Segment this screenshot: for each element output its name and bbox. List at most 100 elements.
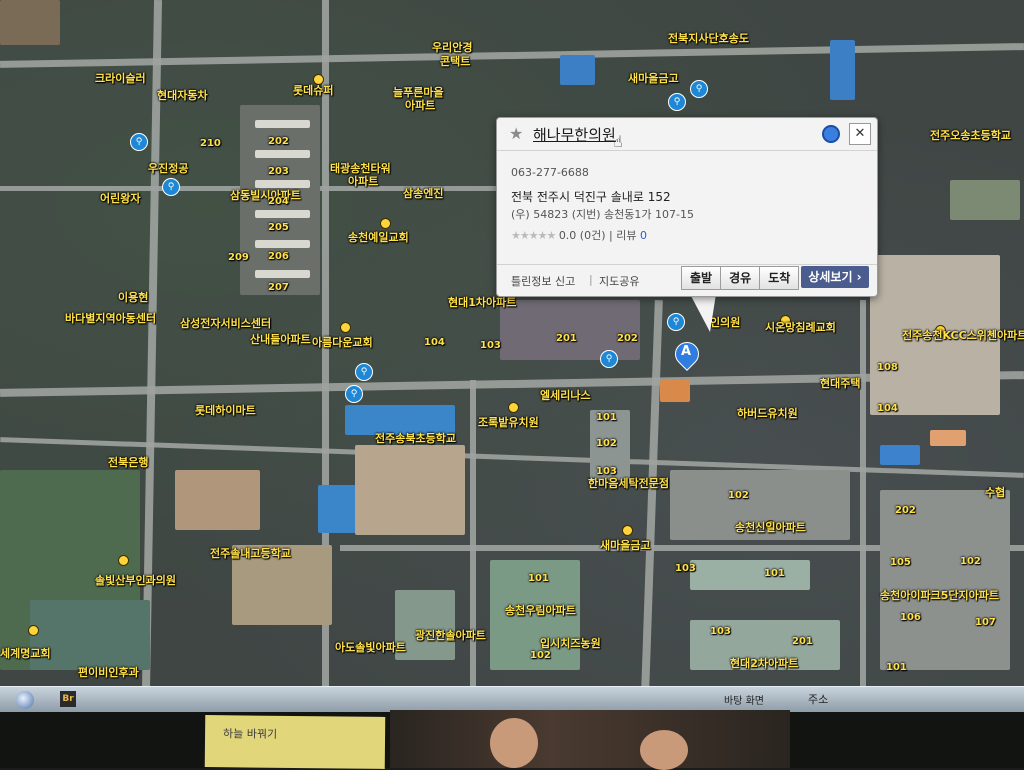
map-label[interactable]: 송천신일아파트 xyxy=(735,522,806,534)
map-label[interactable]: 현대주택 xyxy=(820,378,860,390)
building-number: 104 xyxy=(877,403,898,414)
map-label[interactable]: 늘푸른마을 xyxy=(393,87,444,99)
map-label[interactable]: 삼송엔진 xyxy=(403,188,443,200)
map-label[interactable]: 송천예일교회 xyxy=(348,232,409,244)
taskbar: Br 바탕 화면 주소 xyxy=(0,686,1024,713)
building-number: 101 xyxy=(528,573,549,584)
building-number: 103 xyxy=(675,563,696,574)
location-marker-icon[interactable]: A xyxy=(670,337,704,372)
map-label[interactable]: 롯데슈퍼 xyxy=(293,85,333,97)
poi-icon[interactable] xyxy=(508,402,519,413)
report-error-link[interactable]: 틀린정보 신고 xyxy=(511,273,575,289)
map-label[interactable]: 태광송천타워 xyxy=(330,163,391,175)
start-orb-icon[interactable] xyxy=(16,691,34,709)
poi-icon[interactable] xyxy=(28,625,39,636)
map-label[interactable]: 전주솔내고등학교 xyxy=(210,548,291,560)
desktop-toolbar-label[interactable]: 바탕 화면 xyxy=(724,692,764,707)
map-label[interactable]: 하버드유치원 xyxy=(737,408,798,420)
review-label[interactable]: 리뷰 xyxy=(616,229,636,242)
bus-stop-icon[interactable]: ⚲ xyxy=(162,178,180,196)
map-label[interactable]: 세계명교회 xyxy=(0,648,51,660)
map-label[interactable]: 수협 xyxy=(985,487,1005,499)
map-label[interactable]: 입시치즈농원 xyxy=(540,638,601,650)
map-label[interactable]: 조록밭유치원 xyxy=(478,417,539,429)
map-label[interactable]: 전북지사단호송도 xyxy=(668,33,749,45)
map-label[interactable]: 전주송천KCC스위첸아파트 xyxy=(902,330,1024,342)
building-number: 105 xyxy=(890,557,911,568)
map-label[interactable]: 어린왕자 xyxy=(100,193,140,205)
bridge-app-icon[interactable]: Br xyxy=(60,691,76,707)
depart-button[interactable]: 출발 xyxy=(681,266,722,290)
map-label[interactable]: 송천아이파크5단지아파트 xyxy=(880,590,999,602)
map-label[interactable]: 송천우림아파트 xyxy=(505,605,576,617)
address-toolbar-label[interactable]: 주소 xyxy=(808,691,828,707)
map-label[interactable]: 삼동빌시아파트 xyxy=(230,190,301,202)
building-number: 204 xyxy=(268,196,289,207)
close-button[interactable]: ✕ xyxy=(849,123,871,145)
favorite-star-icon[interactable]: ★ xyxy=(509,124,523,143)
location-pin-icon[interactable] xyxy=(822,125,840,143)
map-label[interactable]: 아름다운교회 xyxy=(312,337,373,349)
bus-stop-icon[interactable]: ⚲ xyxy=(600,350,618,368)
review-count-link[interactable]: 0 xyxy=(640,229,647,242)
poi-icon[interactable] xyxy=(380,218,391,229)
bus-stop-icon[interactable]: ⚲ xyxy=(130,133,148,151)
poi-icon[interactable] xyxy=(622,525,633,536)
map-label[interactable]: 시온망침례교회 xyxy=(765,322,836,334)
map-label[interactable]: 바다별지역아동센터 xyxy=(65,313,156,325)
map-label[interactable]: 삼성전자서비스센터 xyxy=(180,318,271,330)
bus-stop-icon[interactable]: ⚲ xyxy=(667,313,685,331)
map-label[interactable]: 전주오송초등학교 xyxy=(930,130,1011,142)
popup-header: ★ 해나무한의원 ☝ ✕ xyxy=(497,118,877,151)
building-number: 102 xyxy=(960,556,981,567)
poi-icon[interactable] xyxy=(340,322,351,333)
share-map-link[interactable]: 지도공유 xyxy=(599,273,639,289)
child-face-image xyxy=(640,730,688,770)
map-label[interactable]: 새마을금고 xyxy=(628,73,679,85)
map-label[interactable]: 솔빛산부인과의원 xyxy=(95,575,176,587)
bus-stop-icon[interactable]: ⚲ xyxy=(355,363,373,381)
map-label[interactable]: 아파트 xyxy=(348,176,378,188)
map-label[interactable]: 롯데하이마트 xyxy=(195,405,256,417)
building-number: 108 xyxy=(877,362,898,373)
building-number: 209 xyxy=(228,252,249,263)
via-button[interactable]: 경유 xyxy=(721,266,761,290)
place-title-link[interactable]: 해나무한의원 xyxy=(533,124,616,145)
satellite-map[interactable]: ⚲ ⚲ ⚲ ⚲ ⚲ ⚲ ⚲ ⚲ 크라이슬러 현대자동차 우리안경 콘택트 롯데슈… xyxy=(0,0,1024,690)
map-label[interactable]: 현대1차아파트 xyxy=(448,297,516,309)
building-number: 201 xyxy=(556,333,577,344)
map-label[interactable]: 광진한솔아파트 xyxy=(415,630,486,642)
map-label[interactable]: 크라이슬러 xyxy=(95,73,146,85)
map-label[interactable]: 현대2차아파트 xyxy=(730,658,798,670)
map-label[interactable]: 우리안경 xyxy=(432,42,472,54)
map-label[interactable]: 한마음세탁전문점 xyxy=(588,478,669,490)
map-label[interactable]: 전북은행 xyxy=(108,457,148,469)
map-label[interactable]: 아파트 xyxy=(405,100,435,112)
building-number: 107 xyxy=(975,617,996,628)
rating-stars-icon: ★★★★★ xyxy=(511,229,556,242)
bus-stop-icon[interactable]: ⚲ xyxy=(668,93,686,111)
bus-stop-icon[interactable]: ⚲ xyxy=(345,385,363,403)
map-label[interactable]: 이용현 xyxy=(118,292,148,304)
map-label[interactable]: 산내들아파트 xyxy=(250,334,311,346)
building-number: 106 xyxy=(900,612,921,623)
map-label[interactable]: 우진정공 xyxy=(148,163,188,175)
desk-photo xyxy=(390,710,790,770)
footer-divider: | xyxy=(589,273,593,286)
map-label[interactable]: 편이비인후과 xyxy=(78,667,139,679)
building-number: 102 xyxy=(596,438,617,449)
poi-icon[interactable] xyxy=(118,555,129,566)
map-label[interactable]: 아도솔빛아파트 xyxy=(335,642,406,654)
details-button[interactable]: 상세보기 › xyxy=(801,266,869,288)
map-label[interactable]: 엘세리나스 xyxy=(540,390,591,402)
map-label[interactable]: 현대자동차 xyxy=(157,90,208,102)
building-number: 102 xyxy=(728,490,749,501)
map-label[interactable]: 전주송북초등학교 xyxy=(375,433,456,445)
map-label[interactable]: 새마을금고 xyxy=(600,540,651,552)
map-label[interactable]: 콘택트 xyxy=(440,56,470,68)
building-number: 205 xyxy=(268,222,289,233)
child-face-image xyxy=(490,718,538,768)
arrive-button[interactable]: 도착 xyxy=(760,266,800,290)
building-number: 203 xyxy=(268,166,289,177)
bus-stop-icon[interactable]: ⚲ xyxy=(690,80,708,98)
